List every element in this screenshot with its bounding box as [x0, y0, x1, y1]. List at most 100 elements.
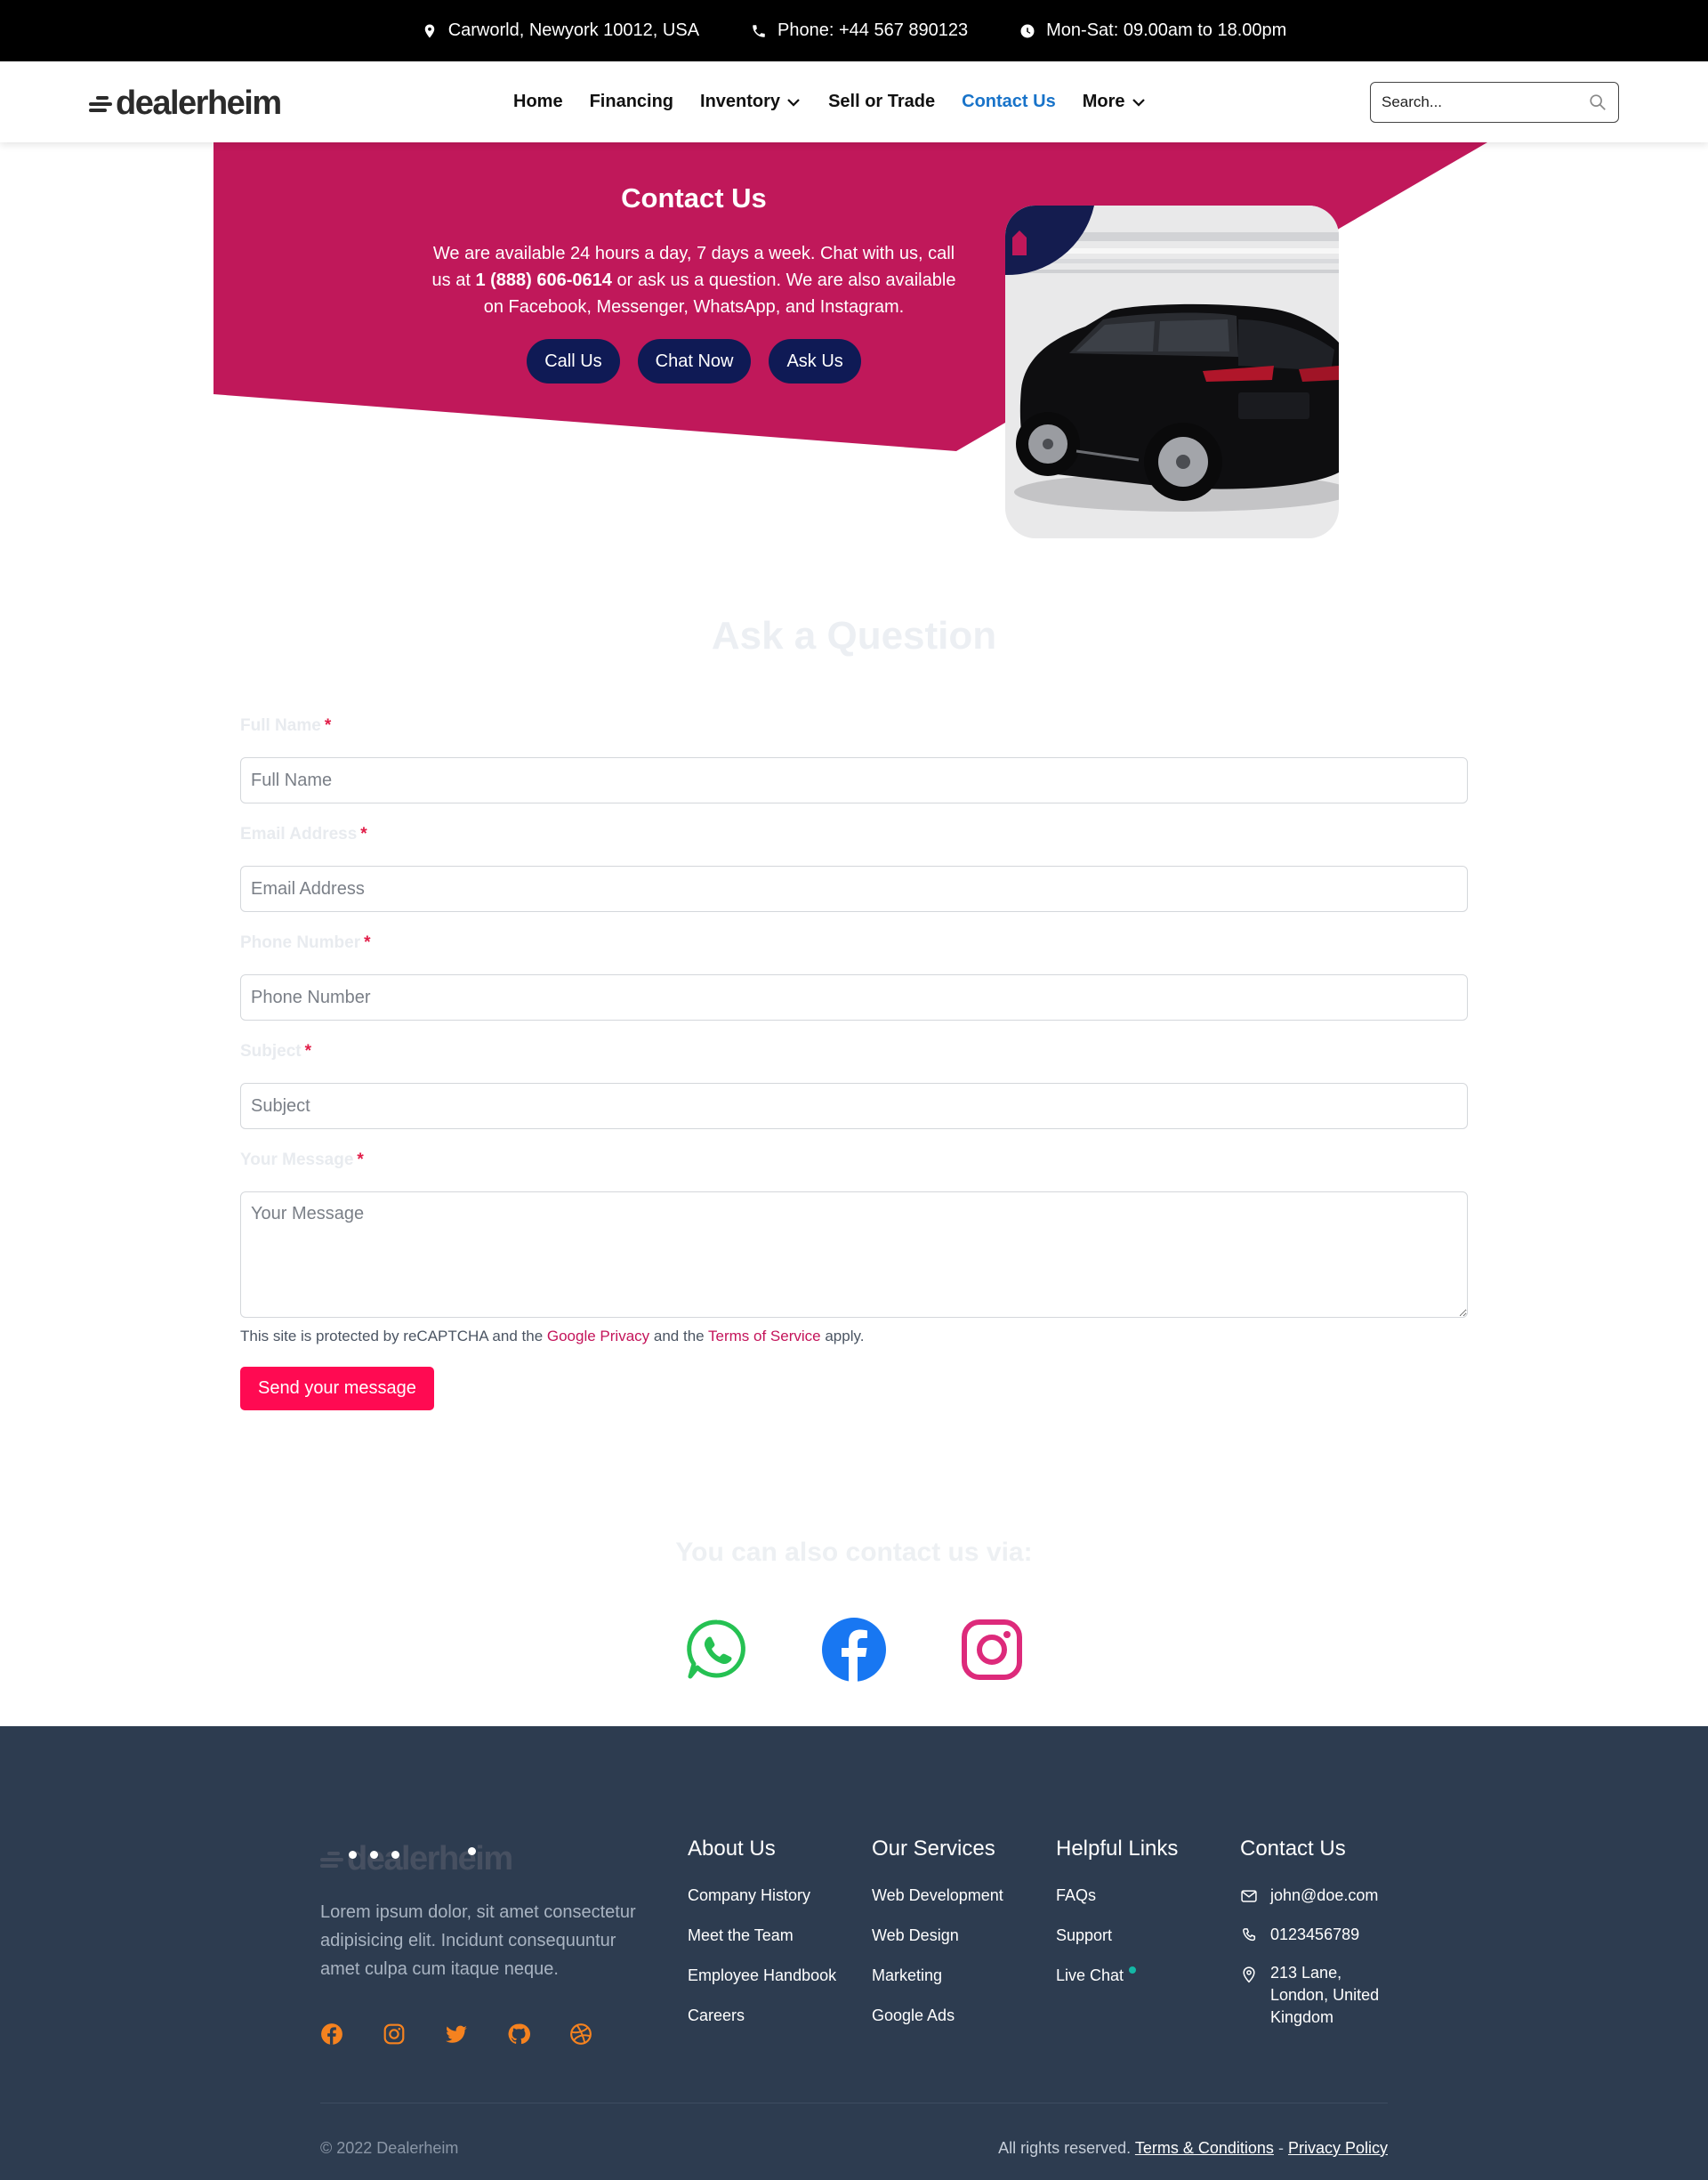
phone-label: Phone Number *: [240, 933, 371, 953]
footer-col-title: Contact Us: [1240, 1837, 1346, 1861]
brand-logo[interactable]: dealerheim: [89, 85, 282, 123]
subject-label: Subject *: [240, 1042, 311, 1062]
footer-logo[interactable]: dealerheim: [320, 1840, 513, 1878]
call-us-button[interactable]: Call Us: [527, 339, 620, 384]
recaptcha-notice: This site is protected by reCAPTCHA and …: [240, 1328, 864, 1345]
whatsapp-icon[interactable]: [685, 1618, 749, 1682]
hero-action-buttons: Call Us Chat Now Ask Us: [427, 339, 961, 384]
subject-field[interactable]: [240, 1083, 1468, 1129]
instagram-icon[interactable]: [383, 2023, 406, 2046]
facebook-icon[interactable]: [320, 2023, 343, 2046]
online-status-dot: [1129, 1966, 1137, 1974]
suv-car-image: [1005, 206, 1339, 538]
footer-link[interactable]: Marketing: [872, 1966, 1003, 2006]
ask-question-title: Ask a Question: [711, 614, 997, 658]
chevron-down-icon: [1132, 98, 1145, 107]
phone-field[interactable]: [240, 974, 1468, 1021]
field-label-text: Email Address: [240, 825, 358, 844]
footer-address: 213 Lane, London, United Kingdom: [1240, 1964, 1386, 2029]
send-message-button[interactable]: Send your message: [240, 1367, 434, 1410]
full-name-field[interactable]: [240, 757, 1468, 803]
required-mark: *: [324, 716, 332, 735]
search-input[interactable]: [1382, 93, 1588, 111]
dribbble-icon[interactable]: [569, 2023, 592, 2046]
footer-address-text: 213 Lane, London, United Kingdom: [1270, 1964, 1380, 2026]
footer-social-links: [320, 2023, 592, 2046]
field-label-text: Subject: [240, 1042, 302, 1061]
ask-us-button[interactable]: Ask Us: [769, 339, 861, 384]
search-icon[interactable]: [1588, 93, 1607, 112]
footer-col-title: Helpful Links: [1056, 1837, 1179, 1861]
footer-col-contact: Contact Us john@doe.com 0123456789 213 L…: [1240, 1837, 1386, 2049]
full-name-label: Full Name *: [240, 716, 331, 736]
footer-link[interactable]: Careers: [688, 2006, 836, 2047]
car-image-card: [1005, 206, 1339, 538]
footer-copyright: © 2022 Dealerheim: [320, 2139, 459, 2157]
nav-home[interactable]: Home: [513, 92, 563, 112]
location-pin-icon: [424, 24, 434, 37]
email-field[interactable]: [240, 866, 1468, 912]
message-field[interactable]: [240, 1191, 1468, 1318]
github-icon[interactable]: [507, 2023, 530, 2046]
footer-col-services: Our Services Web Development Web Design …: [872, 1837, 1003, 2047]
footer-link-live-chat[interactable]: Live Chat: [1056, 1966, 1178, 2006]
mail-icon: [1241, 1890, 1257, 1902]
footer-col-helpful: Helpful Links FAQs Support Live Chat: [1056, 1837, 1178, 2006]
terms-of-service-link[interactable]: Terms of Service: [708, 1328, 821, 1344]
address-info: Carworld, Newyork 10012, USA: [422, 20, 699, 41]
instagram-icon[interactable]: [960, 1618, 1024, 1682]
chat-now-button[interactable]: Chat Now: [637, 339, 752, 384]
footer-phone[interactable]: 0123456789: [1240, 1926, 1386, 1944]
footer-link[interactable]: Support: [1056, 1926, 1178, 1966]
location-pin-icon: [1243, 1966, 1255, 1983]
nav-sell-or-trade-label: Sell or Trade: [828, 92, 936, 111]
recaptcha-text: apply.: [820, 1328, 865, 1344]
top-info-bar: Carworld, Newyork 10012, USA Phone: +44 …: [0, 0, 1708, 61]
footer-link[interactable]: Google Ads: [872, 2006, 1003, 2047]
hours-text: Mon-Sat: 09.00am to 18.00pm: [1046, 20, 1287, 40]
footer-legal: All rights reserved. Terms & Conditions …: [998, 2139, 1388, 2158]
footer-phone-text: 0123456789: [1270, 1926, 1360, 1943]
facebook-icon[interactable]: [822, 1618, 886, 1682]
terms-link[interactable]: Terms & Conditions: [1135, 2139, 1274, 2157]
main-navbar: dealerheim Home Financing Inventory Sell…: [0, 61, 1708, 142]
message-label: Your Message *: [240, 1151, 364, 1170]
footer-col-about: About Us Company History Meet the Team E…: [688, 1837, 836, 2047]
rights-text: All rights reserved.: [998, 2139, 1132, 2157]
nav-more[interactable]: More: [1083, 92, 1147, 112]
search-box: [1370, 82, 1619, 123]
legal-separator: -: [1277, 2139, 1284, 2157]
recaptcha-text: and the: [649, 1328, 709, 1344]
logo-speed-lines-icon: [89, 91, 112, 117]
clock-icon: [1020, 24, 1035, 37]
footer-link[interactable]: Web Development: [872, 1886, 1003, 1926]
nav-sell-or-trade[interactable]: Sell or Trade: [828, 92, 935, 112]
twitter-icon[interactable]: [445, 2023, 468, 2046]
privacy-policy-link[interactable]: Privacy Policy: [1288, 2139, 1388, 2157]
phone-icon: [753, 24, 765, 37]
footer-link[interactable]: Employee Handbook: [688, 1966, 836, 2006]
footer-col-title: Our Services: [872, 1837, 995, 1861]
hero-description: We are available 24 hours a day, 7 days …: [427, 240, 961, 320]
hero-title: Contact Us: [621, 182, 767, 214]
logo-text: dealerheim: [116, 85, 282, 122]
nav-financing[interactable]: Financing: [590, 92, 673, 112]
nav-more-label: More: [1082, 92, 1125, 111]
site-footer: dealerheim Lorem ipsum dolor, sit amet c…: [0, 1726, 1708, 2180]
nav-financing-label: Financing: [589, 92, 674, 111]
footer-about-text: Lorem ipsum dolor, sit amet consectetur …: [320, 1902, 636, 1979]
nav-contact-us[interactable]: Contact Us: [962, 92, 1056, 112]
email-label: Email Address *: [240, 825, 367, 844]
footer-link[interactable]: Meet the Team: [688, 1926, 836, 1966]
required-mark: *: [364, 933, 371, 952]
hero-phone-number: 1 (888) 606-0614: [475, 270, 612, 290]
google-privacy-link[interactable]: Google Privacy: [547, 1328, 649, 1344]
nav-contact-us-label: Contact Us: [962, 92, 1056, 111]
footer-link[interactable]: Company History: [688, 1886, 836, 1926]
nav-inventory[interactable]: Inventory: [700, 92, 802, 112]
footer-link[interactable]: FAQs: [1056, 1886, 1178, 1926]
chevron-down-icon: [787, 98, 800, 107]
footer-link[interactable]: Web Design: [872, 1926, 1003, 1966]
recaptcha-text: This site is protected by reCAPTCHA and …: [240, 1328, 547, 1344]
footer-email[interactable]: john@doe.com: [1240, 1886, 1386, 1905]
